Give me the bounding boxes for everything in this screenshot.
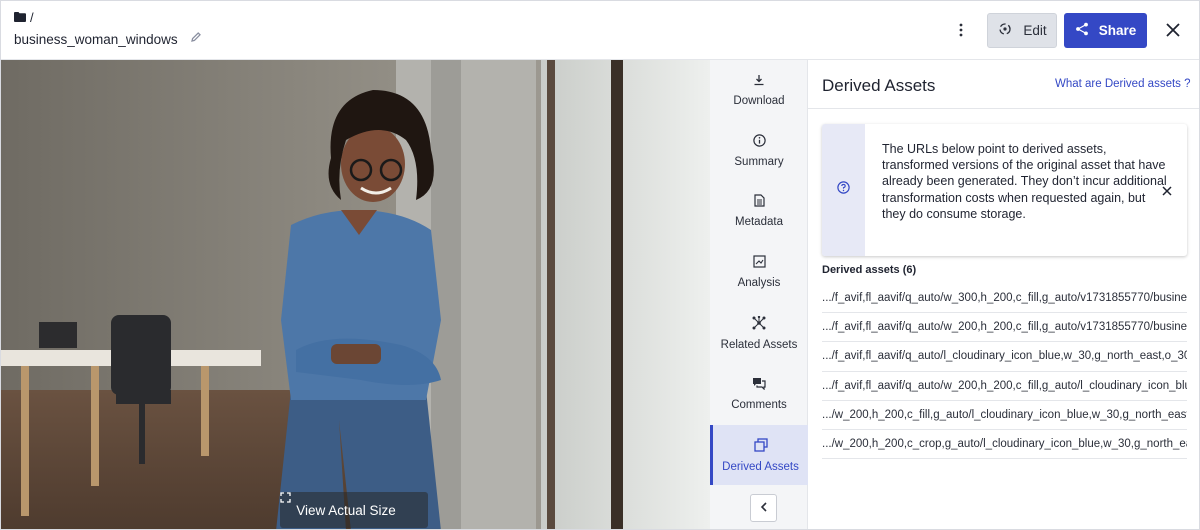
panel-divider — [808, 108, 1199, 109]
derived-asset-url[interactable]: .../f_avif,fl_aavif/q_auto/w_200,h_200,c… — [822, 372, 1187, 401]
asset-preview[interactable]: View Actual Size — [1, 60, 710, 529]
pencil-icon[interactable] — [190, 30, 202, 48]
nav-download-label: Download — [733, 94, 785, 107]
share-label: Share — [1098, 23, 1137, 38]
nav-metadata-label: Metadata — [735, 216, 783, 228]
comments-icon — [752, 377, 766, 393]
nav-analysis-label: Analysis — [737, 277, 781, 289]
network-icon — [752, 315, 766, 333]
collapse-panel-button[interactable] — [750, 494, 777, 522]
view-actual-size-button[interactable]: View Actual Size — [280, 492, 428, 528]
edit-transform-icon — [997, 21, 1013, 40]
info-icon — [752, 134, 766, 150]
derived-assets-panel: Derived Assets What are Derived assets ?… — [808, 60, 1199, 529]
nav-download[interactable]: Download — [710, 60, 808, 120]
more-options-icon[interactable] — [949, 18, 973, 42]
document-icon — [753, 194, 765, 210]
info-notice: The URLs below point to derived assets, … — [822, 124, 1187, 256]
nav-derived-label: Derived Assets — [722, 460, 799, 473]
derived-asset-url[interactable]: .../f_avif,fl_aavif/q_auto/w_300,h_200,c… — [822, 284, 1187, 314]
derived-asset-url[interactable]: .../f_avif,fl_aavif/q_auto/w_200,h_200,c… — [822, 313, 1187, 343]
derived-asset-url[interactable]: .../w_200,h_200,c_crop,g_auto/l_cloudina… — [822, 430, 1187, 460]
asset-name: business_woman_windows — [14, 31, 178, 47]
view-actual-label: View Actual Size — [296, 502, 396, 518]
help-link[interactable]: What are Derived assets ? — [1055, 78, 1191, 90]
asset-image — [1, 60, 710, 529]
edit-button[interactable]: Edit — [987, 13, 1057, 48]
nav-related-assets[interactable]: Related Assets — [710, 303, 808, 363]
share-button[interactable]: Share — [1064, 13, 1147, 48]
breadcrumb-separator: / — [30, 10, 34, 25]
help-circle-icon — [837, 181, 850, 199]
share-icon — [1075, 22, 1089, 39]
nav-derived-assets[interactable]: Derived Assets — [710, 425, 808, 485]
chevron-left-icon — [760, 499, 768, 517]
nav-comments-label: Comments — [731, 399, 787, 411]
header: / business_woman_windows Edit Share — [1, 1, 1199, 60]
edit-label: Edit — [1023, 23, 1047, 38]
notice-text: The URLs below point to derived assets, … — [882, 142, 1167, 221]
derived-asset-url[interactable]: .../f_avif,fl_aavif/q_auto/l_cloudinary_… — [822, 342, 1187, 372]
nav-related-label: Related Assets — [720, 338, 798, 351]
nav-comments[interactable]: Comments — [710, 364, 808, 424]
nav-analysis[interactable]: Analysis — [710, 242, 808, 302]
breadcrumb[interactable]: / — [14, 10, 34, 25]
nav-metadata[interactable]: Metadata — [710, 181, 808, 241]
derived-assets-list: .../f_avif,fl_aavif/q_auto/w_300,h_200,c… — [822, 284, 1187, 460]
derived-list-heading: Derived assets (6) — [822, 264, 917, 276]
download-icon — [753, 74, 765, 89]
stack-icon — [753, 437, 768, 455]
derived-asset-url[interactable]: .../w_200,h_200,c_fill,g_auto/l_cloudina… — [822, 401, 1187, 430]
analysis-icon — [752, 255, 766, 271]
folder-icon — [14, 10, 26, 25]
side-nav: Download Summary Metadata Analysis Relat… — [710, 60, 808, 529]
notice-icon-bar — [822, 124, 865, 256]
close-icon[interactable] — [1159, 183, 1175, 199]
close-icon[interactable] — [1160, 17, 1186, 43]
nav-summary-label: Summary — [734, 156, 784, 168]
nav-summary[interactable]: Summary — [710, 121, 808, 181]
panel-title: Derived Assets — [822, 76, 936, 95]
app-frame: / business_woman_windows Edit Share View… — [0, 0, 1200, 530]
